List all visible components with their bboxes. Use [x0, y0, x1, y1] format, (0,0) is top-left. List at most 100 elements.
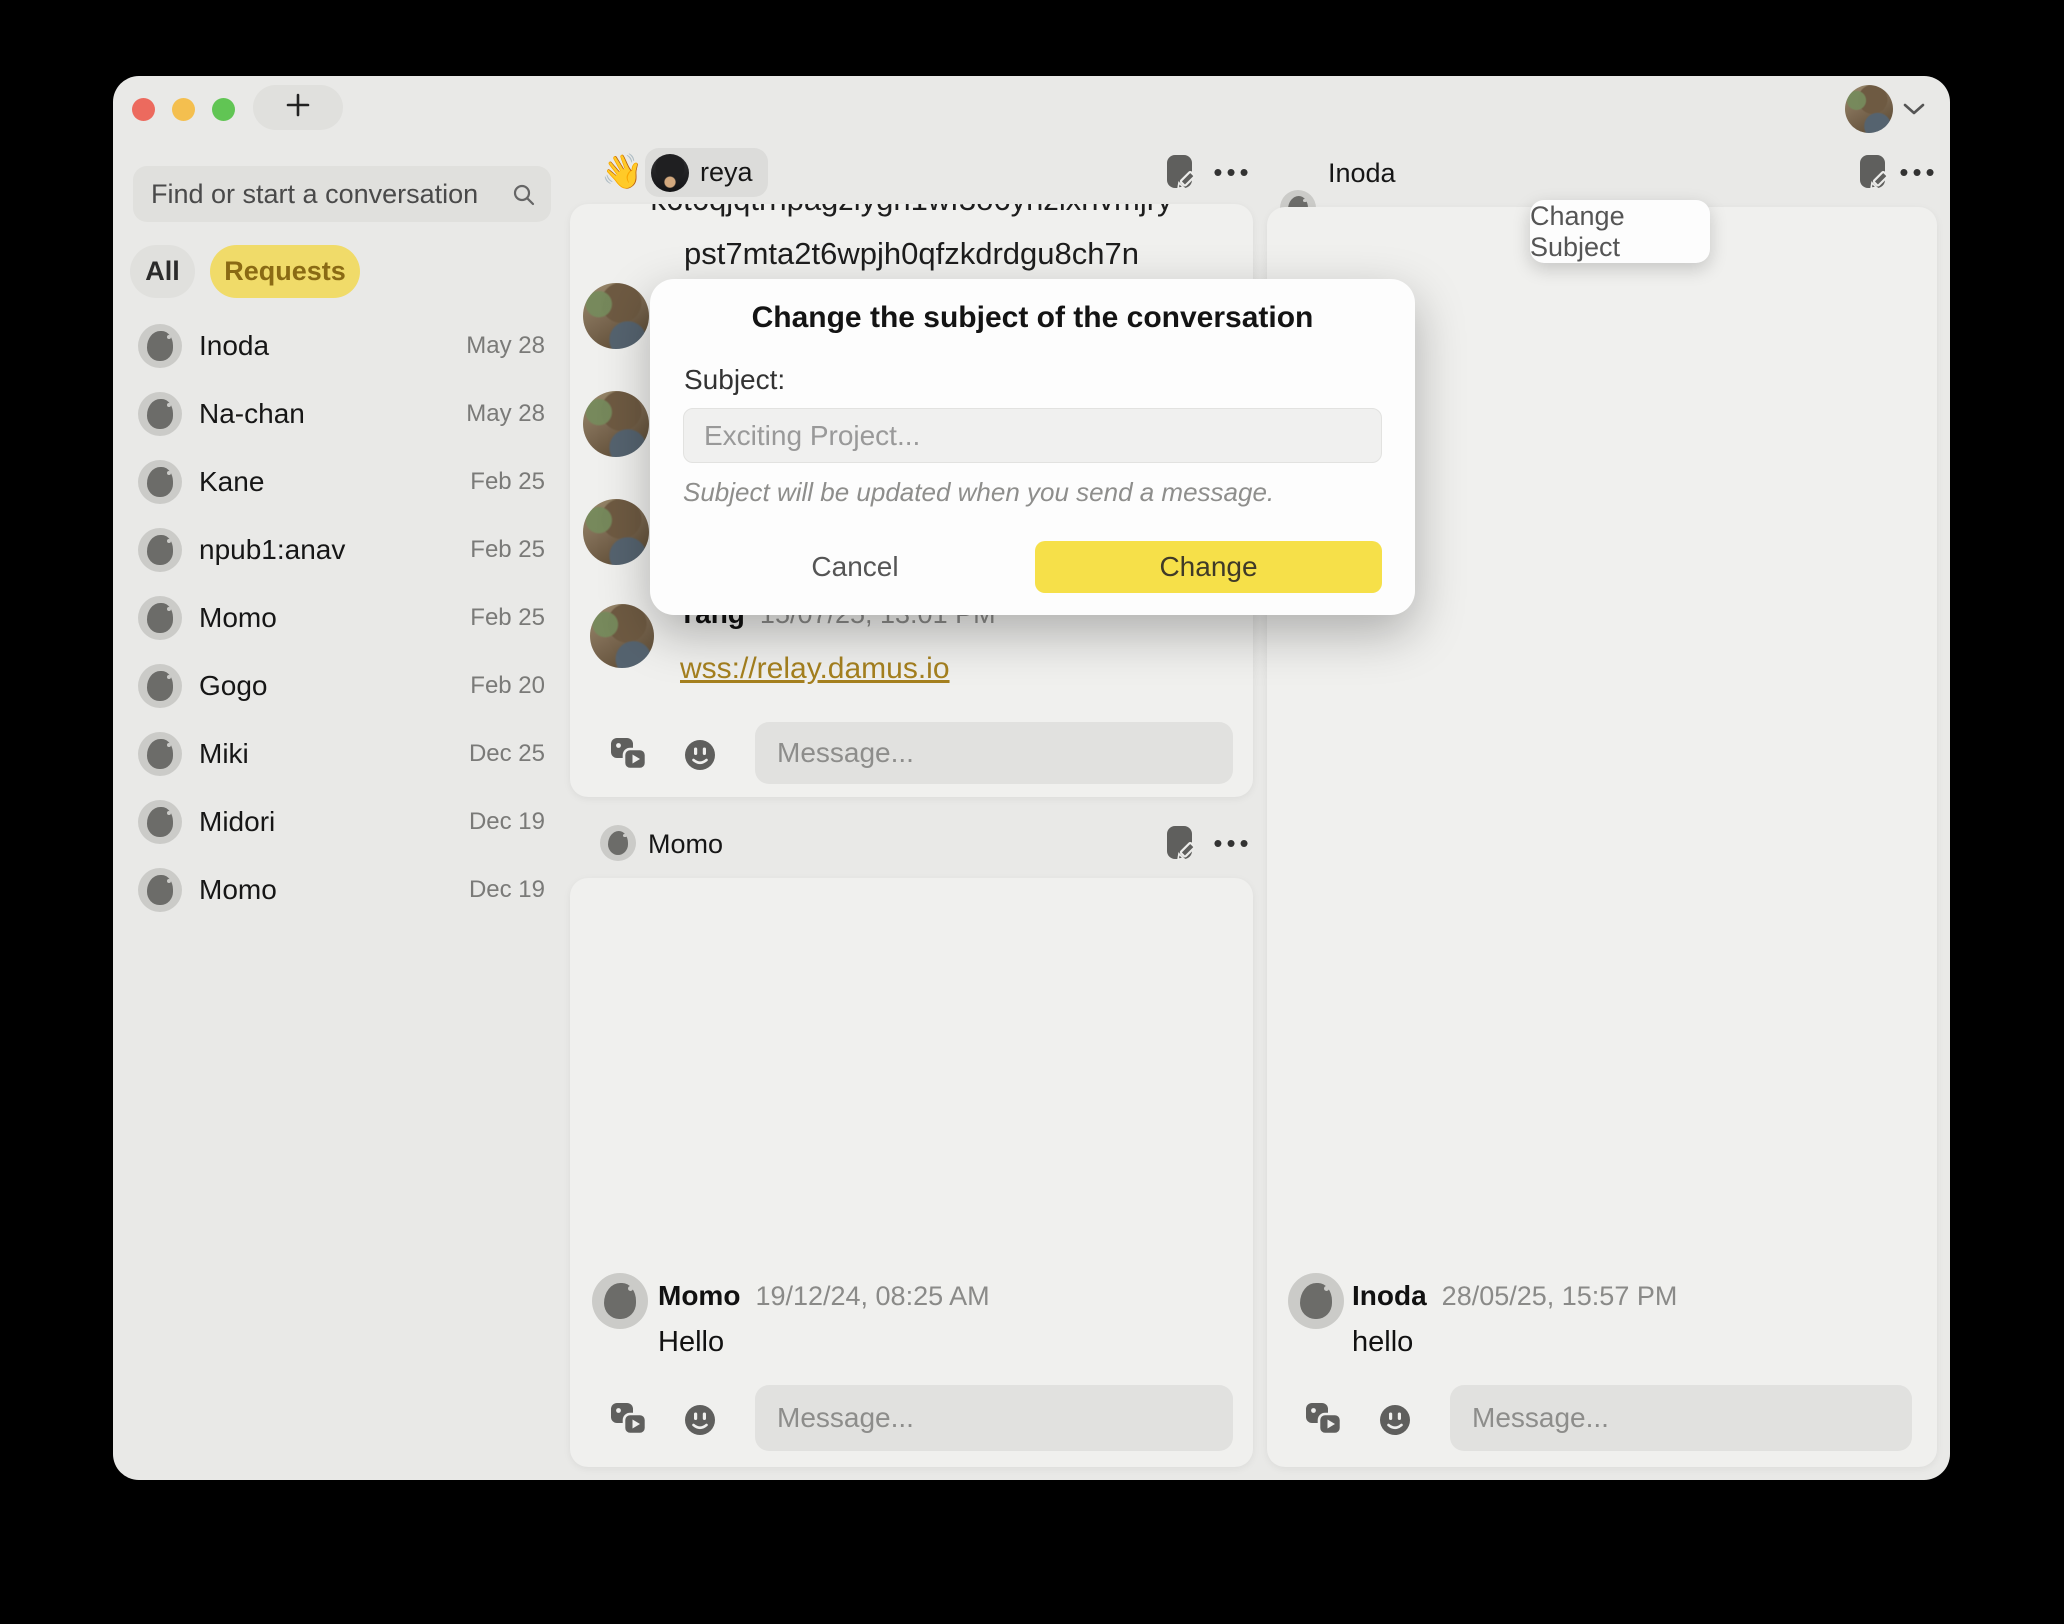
tab-requests-label: Requests	[224, 256, 346, 287]
conversation-date: May 28	[466, 400, 545, 428]
chat-title-momo[interactable]: Momo	[648, 829, 723, 860]
relay-link[interactable]: wss://relay.damus.io	[680, 652, 950, 686]
conversation-name: Na-chan	[199, 398, 466, 430]
account-avatar[interactable]	[1845, 85, 1893, 133]
conversation-item[interactable]: MomoDec 19	[130, 856, 551, 924]
contact-avatar	[138, 596, 182, 640]
message-timestamp: 19/12/24, 08:25 AM	[755, 1281, 989, 1311]
minimize-window-button[interactable]	[172, 98, 195, 121]
message-input[interactable]	[755, 1385, 1233, 1451]
message-timestamp: 28/05/25, 15:57 PM	[1442, 1281, 1678, 1311]
message-input[interactable]	[1450, 1385, 1912, 1451]
smiley-icon	[1377, 1402, 1413, 1438]
subject-label: Subject:	[684, 364, 785, 396]
conversation-name: Momo	[199, 874, 469, 906]
search-icon	[511, 182, 537, 208]
search-input[interactable]	[133, 166, 551, 222]
conversation-date: Feb 25	[470, 604, 545, 632]
message-sender: Inoda	[1352, 1280, 1427, 1311]
change-subject-tooltip: Change Subject	[1530, 200, 1710, 263]
plus-icon	[285, 92, 311, 123]
npub-line: pst7mta2t6wpjh0qfzkdrdgu8ch7n	[570, 236, 1253, 272]
contact-avatar	[138, 528, 182, 572]
chat-panel-momo: Momo 19/12/24, 08:25 AM Hello	[570, 878, 1253, 1467]
contact-avatar	[138, 868, 182, 912]
change-button[interactable]: Change	[1035, 541, 1382, 593]
conversation-item[interactable]: InodaMay 28	[130, 312, 551, 380]
attach-media-button[interactable]	[610, 1402, 648, 1438]
new-conversation-button[interactable]	[253, 85, 343, 130]
message-text: hello	[1352, 1326, 1413, 1359]
conversation-item[interactable]: Na-chanMay 28	[130, 380, 551, 448]
emoji-button[interactable]	[682, 1402, 718, 1438]
more-options-icon[interactable]: •••	[1208, 152, 1258, 192]
message-input[interactable]	[755, 722, 1233, 784]
conversation-name: Kane	[199, 466, 470, 498]
dialog-hint: Subject will be updated when you send a …	[683, 477, 1274, 508]
smiley-icon	[682, 737, 718, 773]
contact-avatar	[138, 324, 182, 368]
change-subject-dialog: Change the subject of the conversation S…	[650, 279, 1415, 615]
conversation-item[interactable]: MomoFeb 25	[130, 584, 551, 652]
chat-title-pill-reya[interactable]: reya	[645, 148, 768, 197]
conversation-item[interactable]: MikiDec 25	[130, 720, 551, 788]
wave-emoji: 👋	[601, 152, 643, 192]
emoji-button[interactable]	[1377, 1402, 1413, 1438]
message-avatar	[592, 1273, 648, 1329]
conversation-name: Momo	[199, 602, 470, 634]
zoom-window-button[interactable]	[212, 98, 235, 121]
conversation-item[interactable]: MidoriDec 19	[130, 788, 551, 856]
attach-media-button[interactable]	[1305, 1402, 1343, 1438]
smiley-icon	[682, 1402, 718, 1438]
subject-input[interactable]	[683, 408, 1382, 463]
message-avatar	[583, 391, 649, 457]
conversation-date: Dec 25	[469, 740, 545, 768]
attach-media-button[interactable]	[610, 737, 648, 773]
conversation-date: Feb 25	[470, 536, 545, 564]
tab-all-label: All	[145, 256, 180, 287]
message-avatar	[583, 499, 649, 565]
more-options-icon[interactable]: •••	[1208, 823, 1258, 863]
close-window-button[interactable]	[132, 98, 155, 121]
conversation-name: npub1:anav	[199, 534, 470, 566]
conversation-item[interactable]: npub1:anavFeb 25	[130, 516, 551, 584]
message-avatar	[583, 283, 649, 349]
chat-title-inoda[interactable]: Inoda	[1328, 158, 1396, 189]
change-subject-button[interactable]	[1855, 152, 1889, 192]
conversation-date: Dec 19	[469, 876, 545, 904]
note-edit-icon	[1855, 152, 1889, 192]
conversation-name: Inoda	[199, 330, 466, 362]
contact-avatar	[138, 664, 182, 708]
conversation-name: Miki	[199, 738, 469, 770]
cancel-button[interactable]: Cancel	[780, 541, 930, 593]
contact-avatar	[138, 800, 182, 844]
tab-all[interactable]: All	[130, 245, 195, 298]
contact-avatar	[138, 732, 182, 776]
app-window: All Requests InodaMay 28 Na-chanMay 28 K…	[113, 76, 1950, 1480]
chevron-down-icon[interactable]	[1901, 101, 1927, 122]
change-subject-button[interactable]	[1162, 152, 1196, 192]
conversation-item[interactable]: GogoFeb 20	[130, 652, 551, 720]
chat-avatar-reya	[651, 154, 689, 192]
media-icon	[610, 1402, 648, 1438]
conversation-date: May 28	[466, 332, 545, 360]
message-text: Hello	[658, 1326, 724, 1359]
conversation-item[interactable]: KaneFeb 25	[130, 448, 551, 516]
search-conversation	[133, 166, 551, 222]
note-edit-icon	[1162, 823, 1196, 863]
contact-avatar	[138, 460, 182, 504]
contact-avatar	[138, 392, 182, 436]
more-options-icon[interactable]: •••	[1894, 152, 1944, 192]
npub-line-clipped: k6t6qjqtrnpagzlygn1wf3o6yhzlxhvmjry	[570, 204, 1253, 218]
chat-avatar-momo	[600, 825, 636, 861]
media-icon	[1305, 1402, 1343, 1438]
message-header: Momo 19/12/24, 08:25 AM	[658, 1280, 990, 1312]
message-sender: Momo	[658, 1280, 740, 1311]
emoji-button[interactable]	[682, 737, 718, 773]
tab-requests[interactable]: Requests	[210, 245, 360, 298]
message-avatar	[590, 604, 654, 668]
conversation-name: Gogo	[199, 670, 470, 702]
conversation-date: Feb 20	[470, 672, 545, 700]
dialog-title: Change the subject of the conversation	[650, 301, 1415, 335]
change-subject-button[interactable]	[1162, 823, 1196, 863]
